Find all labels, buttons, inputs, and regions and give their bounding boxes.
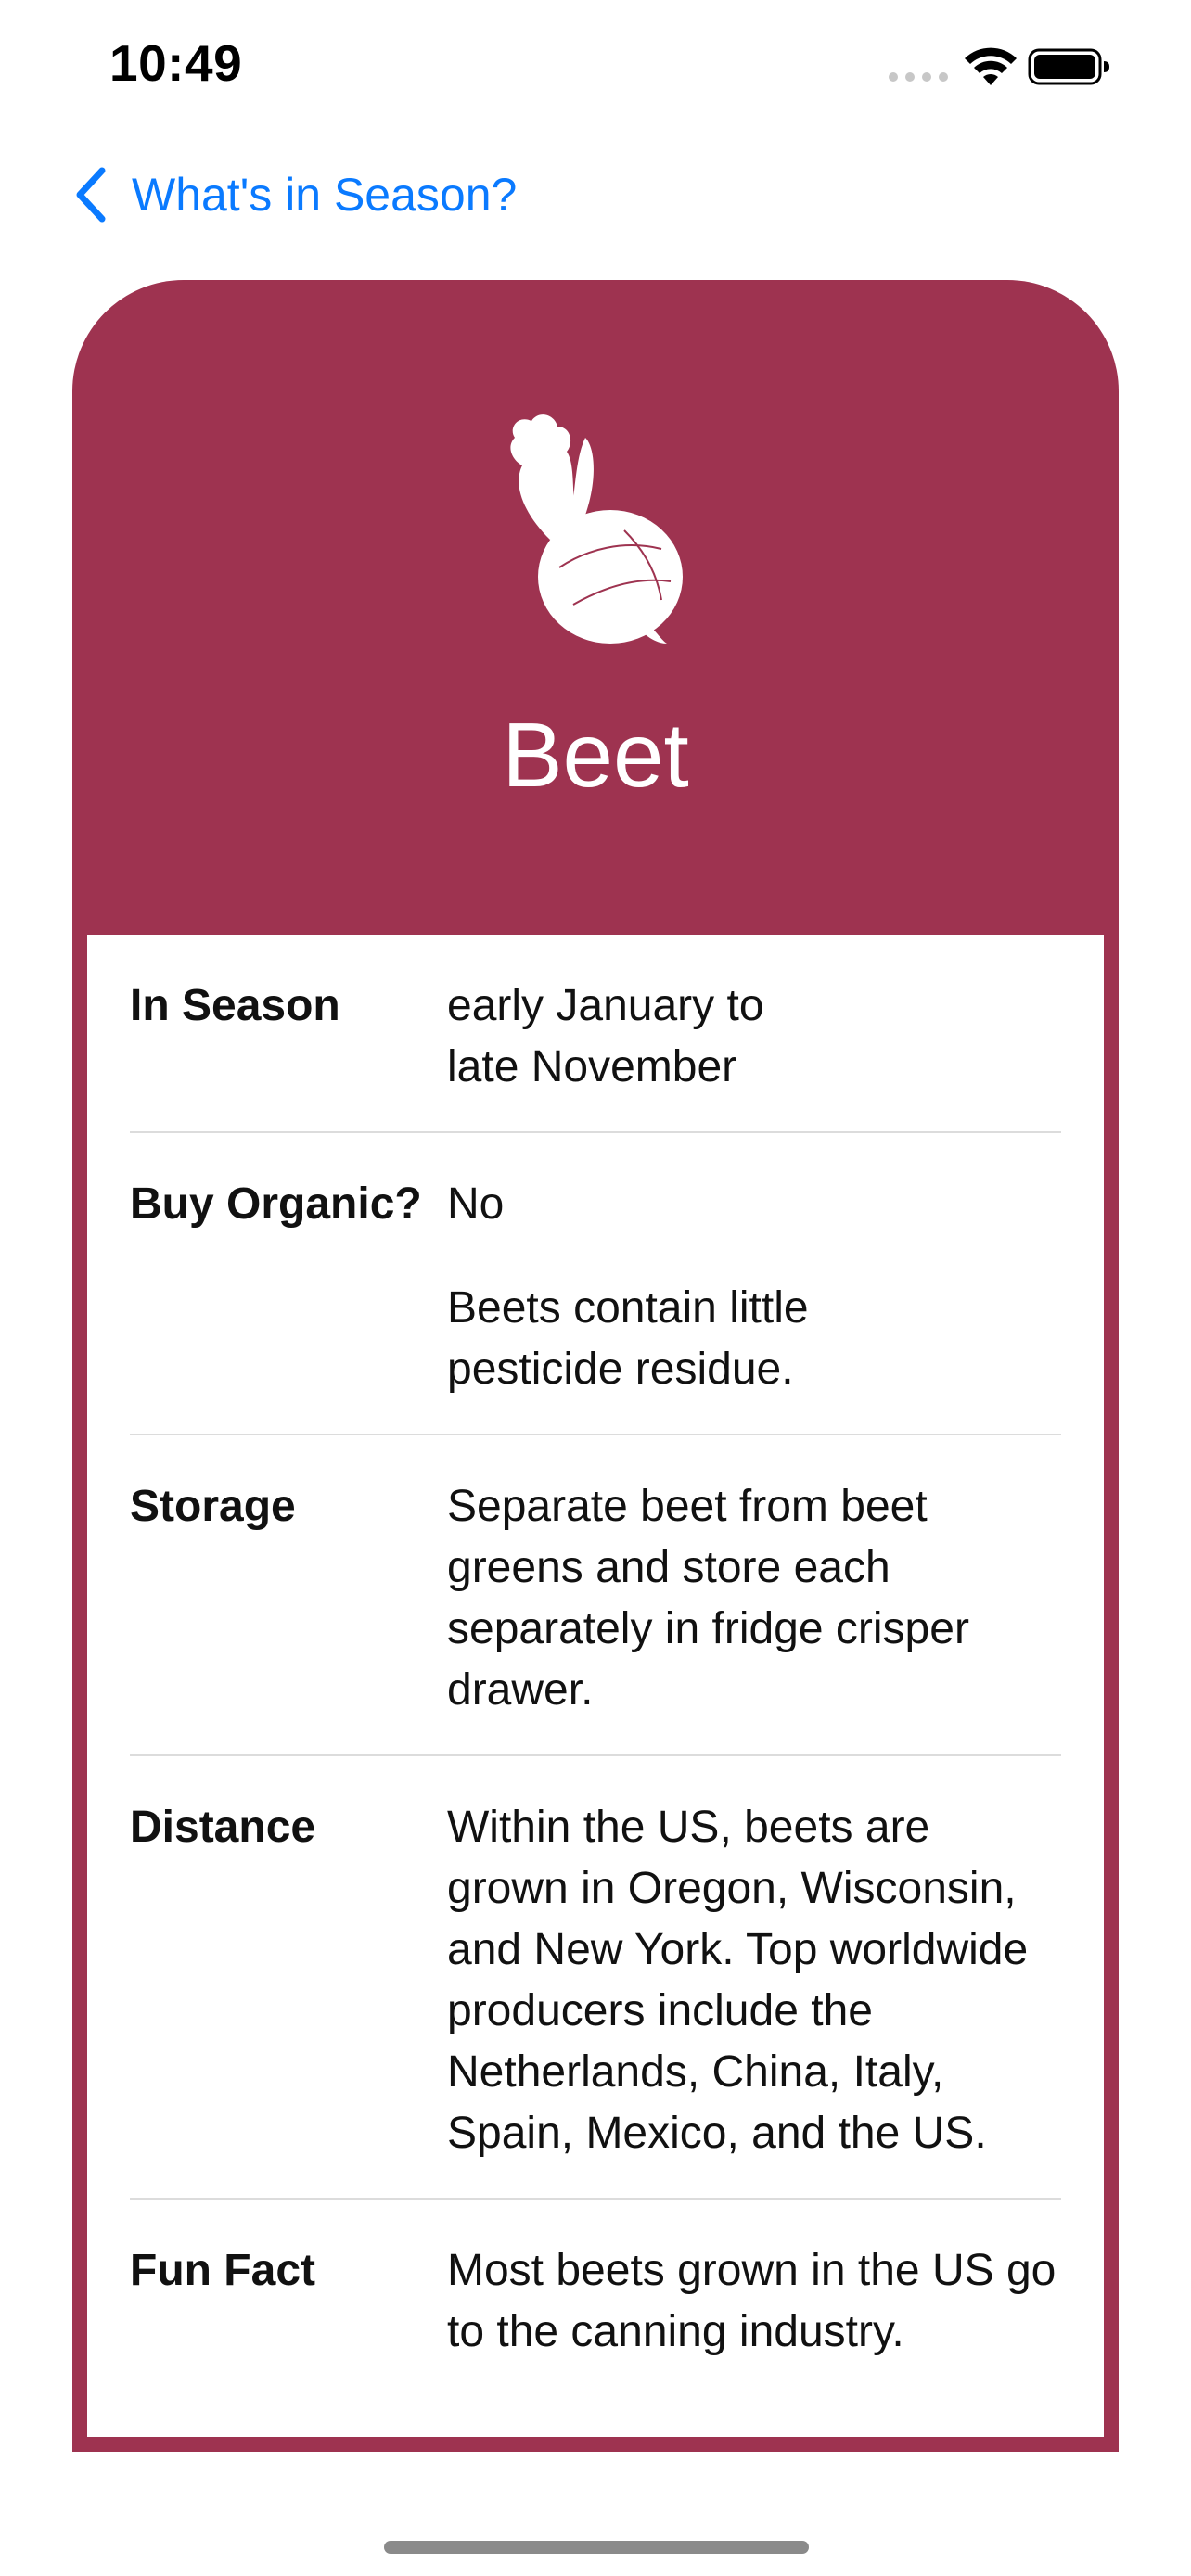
- details-list: In Season early January to late November…: [87, 935, 1104, 2437]
- back-button[interactable]: What's in Season?: [72, 158, 517, 232]
- detail-value: Within the US, beets are grown in Oregon…: [447, 1797, 1061, 2164]
- detail-paragraph: No: [447, 1180, 505, 1229]
- detail-row-storage: Storage Separate beet from beet greens a…: [130, 1435, 1061, 1756]
- detail-value: Most beets grown in the US go to the can…: [447, 2240, 1061, 2363]
- wifi-icon: [965, 47, 1017, 85]
- detail-row-in-season: In Season early January to late November: [130, 935, 1061, 1133]
- detail-paragraph: Most beets grown in the US go to the can…: [447, 2246, 1057, 2356]
- detail-row-fun-fact: Fun Fact Most beets grown in the US go t…: [130, 2200, 1061, 2396]
- detail-value: early January to late November: [447, 976, 1061, 1098]
- status-time: 10:49: [109, 34, 243, 92]
- detail-label: Buy Organic?: [130, 1180, 422, 1229]
- detail-paragraph: Separate beet from beet greens and store…: [447, 1482, 969, 1715]
- detail-row-buy-organic: Buy Organic? No Beets contain little pes…: [130, 1133, 1061, 1435]
- produce-name: Beet: [502, 704, 689, 806]
- beet-icon: [510, 414, 683, 644]
- detail-label: In Season: [130, 981, 340, 1030]
- detail-row-distance: Distance Within the US, beets are grown …: [130, 1756, 1061, 2200]
- status-icons: [889, 45, 1111, 91]
- chevron-left-icon: [76, 167, 106, 223]
- cellular-signal-icon: [889, 72, 954, 83]
- detail-value: No Beets contain little pesticide residu…: [447, 1174, 1061, 1400]
- home-indicator[interactable]: [384, 2541, 809, 2554]
- produce-card: Beet In Season early January to late Nov…: [72, 280, 1119, 2452]
- card-header: Beet: [72, 280, 1119, 935]
- detail-paragraph: early January to late November: [447, 981, 764, 1091]
- detail-label: Storage: [130, 1482, 296, 1531]
- status-bar: 10:49: [0, 0, 1191, 139]
- back-button-label: What's in Season?: [132, 169, 518, 221]
- detail-paragraph: Within the US, beets are grown in Oregon…: [447, 1803, 1029, 2158]
- detail-value: Separate beet from beet greens and store…: [447, 1476, 1061, 1721]
- battery-icon: [1028, 48, 1109, 85]
- detail-paragraph: Beets contain little pesticide residue.: [447, 1283, 809, 1394]
- detail-label: Distance: [130, 1803, 316, 1852]
- detail-label: Fun Fact: [130, 2246, 315, 2295]
